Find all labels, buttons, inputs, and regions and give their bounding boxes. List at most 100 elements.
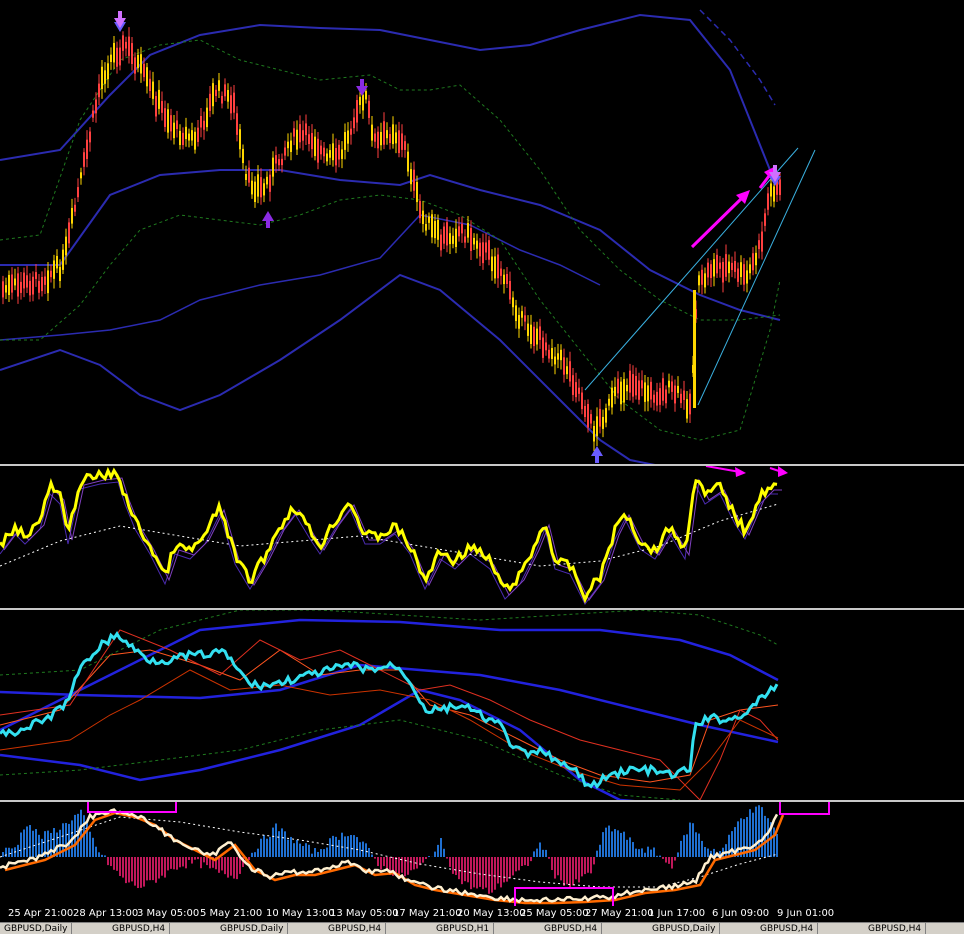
- candle-body: [302, 130, 304, 140]
- histogram-bar-up: [305, 843, 307, 857]
- histogram-bar-down: [455, 857, 457, 875]
- histogram-bar-down: [521, 857, 523, 866]
- candle-body: [524, 315, 526, 321]
- candle-body: [686, 399, 688, 418]
- histogram-bar-down: [563, 857, 565, 886]
- chart-tab[interactable]: GBPUSD,H1: [432, 923, 494, 934]
- candle-body: [764, 213, 766, 226]
- candle-body: [239, 129, 241, 149]
- histogram-bar-up: [365, 843, 367, 857]
- candle-body: [245, 174, 247, 180]
- candle-body: [734, 261, 736, 272]
- chart-tab[interactable]: GBPUSD,H4: [108, 923, 170, 934]
- histogram-bar-up: [326, 848, 328, 857]
- candle-body: [740, 262, 742, 277]
- histogram-bar-up: [758, 805, 760, 857]
- candle-body: [5, 285, 7, 292]
- histogram-bar-down: [107, 857, 109, 865]
- candle-body: [542, 337, 544, 357]
- candle-body: [332, 143, 334, 160]
- candle-body: [587, 404, 589, 428]
- candle-body: [71, 208, 73, 224]
- time-axis-label: 17 May 21:00: [393, 908, 462, 919]
- chart-tab[interactable]: GBPUSD,H4: [864, 923, 926, 934]
- oscillator-pane-2[interactable]: [0, 610, 964, 800]
- candle-body: [746, 270, 748, 283]
- candle-body: [113, 43, 115, 63]
- histogram-bar-down: [557, 857, 559, 875]
- chart-tab[interactable]: GBPUSD,Daily: [648, 923, 720, 934]
- histogram-bar-down: [530, 857, 532, 861]
- histogram-bar-down: [407, 857, 409, 875]
- histogram-bar-up: [104, 855, 106, 857]
- candle-body: [581, 393, 583, 410]
- candle-body: [167, 109, 169, 132]
- histogram-bar-down: [122, 857, 124, 878]
- histogram-bar-up: [101, 855, 103, 857]
- candle-body: [473, 238, 475, 245]
- oscillator-chart-2[interactable]: [0, 610, 964, 800]
- candle-body: [632, 374, 634, 397]
- price-pane[interactable]: [0, 0, 964, 464]
- candle-body: [425, 224, 427, 231]
- candle-body: [146, 67, 148, 86]
- candle-body: [311, 133, 313, 149]
- histogram-bar-up: [632, 842, 634, 857]
- candle-body: [680, 394, 682, 403]
- histogram-bar-down: [593, 857, 595, 864]
- candle-body: [323, 148, 325, 157]
- candle-body: [737, 268, 739, 281]
- oscillator-pane-1[interactable]: [0, 466, 964, 608]
- candle-body: [716, 255, 718, 274]
- histogram-bar-down: [575, 857, 577, 879]
- candle-body: [137, 55, 139, 68]
- candle-body: [251, 181, 253, 195]
- histogram-bar-down: [572, 857, 574, 885]
- candle-body: [110, 55, 112, 62]
- chart-tab[interactable]: GBPUSD,H4: [756, 923, 818, 934]
- candle-body: [65, 237, 67, 256]
- candle-body: [701, 270, 703, 285]
- candle-body: [569, 361, 571, 381]
- envelope-upper-line: [0, 40, 780, 320]
- histogram-bar-up: [626, 840, 628, 857]
- price-chart[interactable]: [0, 0, 964, 464]
- histogram-bar-down: [548, 857, 550, 859]
- chart-tab[interactable]: GBPUSD,H4: [540, 923, 602, 934]
- candle-body: [650, 382, 652, 400]
- up-arrow-icon: [262, 211, 274, 221]
- histogram-bar-down: [221, 857, 223, 870]
- histogram-bar-down: [179, 857, 181, 867]
- histogram-bar-down: [473, 857, 475, 887]
- histogram-bar-up: [92, 838, 94, 857]
- candle-body: [752, 253, 754, 270]
- histogram-bar-down: [161, 857, 163, 876]
- oscillator-pane-3[interactable]: [0, 802, 964, 906]
- histogram-chart[interactable]: [0, 802, 964, 906]
- histogram-bar-up: [725, 844, 727, 857]
- histogram-bar-down: [374, 857, 376, 859]
- chart-tab[interactable]: GBPUSD,Daily: [0, 923, 72, 934]
- candle-body: [170, 115, 172, 131]
- histogram-bar-down: [233, 857, 235, 879]
- candle-body: [656, 392, 658, 406]
- cci-middle-band: [0, 665, 778, 742]
- chart-tab[interactable]: GBPUSD,Daily: [216, 923, 288, 934]
- chart-tab[interactable]: GBPUSD,H4: [324, 923, 386, 934]
- histogram-bar-down: [515, 857, 517, 871]
- candle-body: [407, 152, 409, 172]
- candle-body: [761, 232, 763, 252]
- candle-body: [353, 117, 355, 128]
- candle-body: [644, 382, 646, 401]
- histogram-bar-up: [89, 832, 91, 857]
- histogram-bar-down: [236, 857, 238, 879]
- rsi-moving-average: [0, 504, 778, 566]
- candle-body: [230, 95, 232, 113]
- histogram-bar-up: [692, 823, 694, 857]
- candle-body: [347, 131, 349, 144]
- oscillator-chart-1[interactable]: [0, 466, 964, 608]
- candle-body: [563, 357, 565, 374]
- down-arrow-icon: [118, 11, 122, 19]
- candle-body: [677, 386, 679, 393]
- candle-body: [335, 148, 337, 165]
